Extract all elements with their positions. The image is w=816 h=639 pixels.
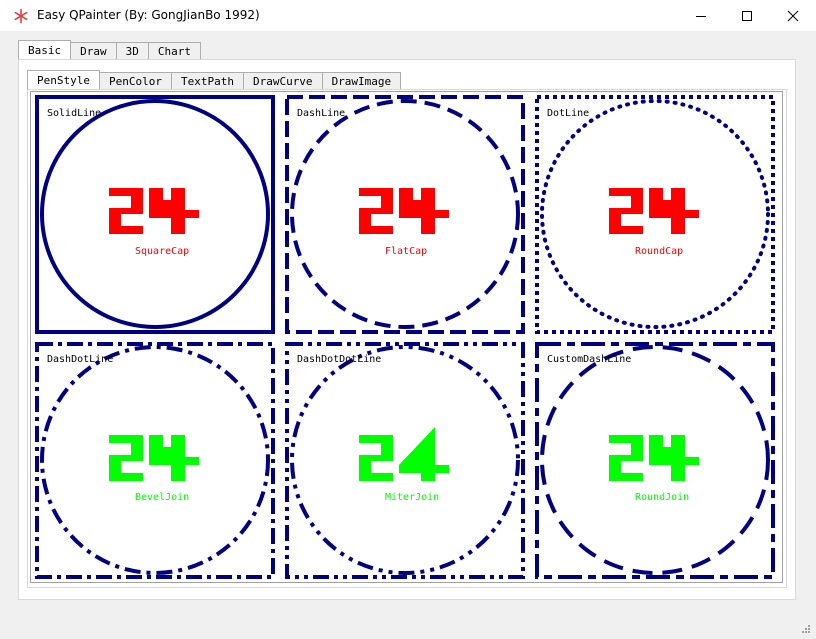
tab-drawcurve[interactable]: DrawCurve <box>242 72 323 90</box>
pen-style-drawing: SolidLine SquareCap DashLine FlatCap Dot… <box>35 95 775 579</box>
pen-style-label: DashDotDotLine <box>297 354 381 365</box>
number-24-glyph <box>109 435 199 481</box>
tab-draw[interactable]: Draw <box>70 42 117 60</box>
pen-style-canvas: SolidLine SquareCap DashLine FlatCap Dot… <box>30 91 783 583</box>
cell-solidline: SolidLine SquareCap <box>35 95 275 334</box>
tab-penstyle[interactable]: PenStyle <box>27 70 100 90</box>
minimize-icon <box>696 15 706 17</box>
join-style-label: MiterJoin <box>385 492 439 503</box>
maximize-icon <box>742 10 752 21</box>
pen-style-label: CustomDashLine <box>547 354 631 365</box>
number-24-glyph <box>109 188 199 234</box>
close-icon <box>787 10 799 21</box>
number-24-glyph <box>609 188 699 234</box>
join-style-label: BevelJoin <box>135 492 189 503</box>
number-24-glyph <box>359 188 449 234</box>
maximize-button[interactable] <box>724 0 770 31</box>
tab-drawimage[interactable]: DrawImage <box>321 72 402 90</box>
cap-style-label: RoundCap <box>635 246 683 257</box>
window-title: Easy QPainter (By: GongJianBo 1992) <box>37 8 260 22</box>
number-24-glyph <box>609 435 699 481</box>
snowflake-icon <box>14 8 28 24</box>
join-style-label: RoundJoin <box>635 492 689 503</box>
sub-tab-bar: PenStyle PenColor TextPath DrawCurve Dra… <box>27 70 402 90</box>
close-button[interactable] <box>770 0 816 31</box>
minimize-button[interactable] <box>678 0 724 31</box>
number-24-glyph <box>359 427 449 481</box>
cap-style-label: FlatCap <box>385 246 427 257</box>
tab-basic[interactable]: Basic <box>18 40 72 60</box>
cell-dashline: DashLine FlatCap <box>285 95 525 334</box>
pen-style-label: DashLine <box>297 108 345 119</box>
pen-style-label: SolidLine <box>47 108 101 119</box>
pen-style-label: DotLine <box>547 108 589 119</box>
cell-dotline: DotLine RoundCap <box>535 95 775 334</box>
title-bar: Easy QPainter (By: GongJianBo 1992) <box>0 0 816 31</box>
tab-3d[interactable]: 3D <box>115 42 149 60</box>
pen-style-label: DashDotLine <box>47 354 113 365</box>
cell-dashdotdotline: DashDotDotLine MiterJoin <box>285 342 525 579</box>
tab-textpath[interactable]: TextPath <box>170 72 244 90</box>
cell-dashdotline: DashDotLine BevelJoin <box>35 342 275 579</box>
main-tab-bar: Basic Draw 3D Chart <box>18 40 201 60</box>
cap-style-label: SquareCap <box>135 246 189 257</box>
tab-chart[interactable]: Chart <box>147 42 201 60</box>
cell-customdashline: CustomDashLine RoundJoin <box>535 342 775 579</box>
resize-grip-icon[interactable] <box>800 623 810 633</box>
tab-pencolor[interactable]: PenColor <box>98 72 172 90</box>
